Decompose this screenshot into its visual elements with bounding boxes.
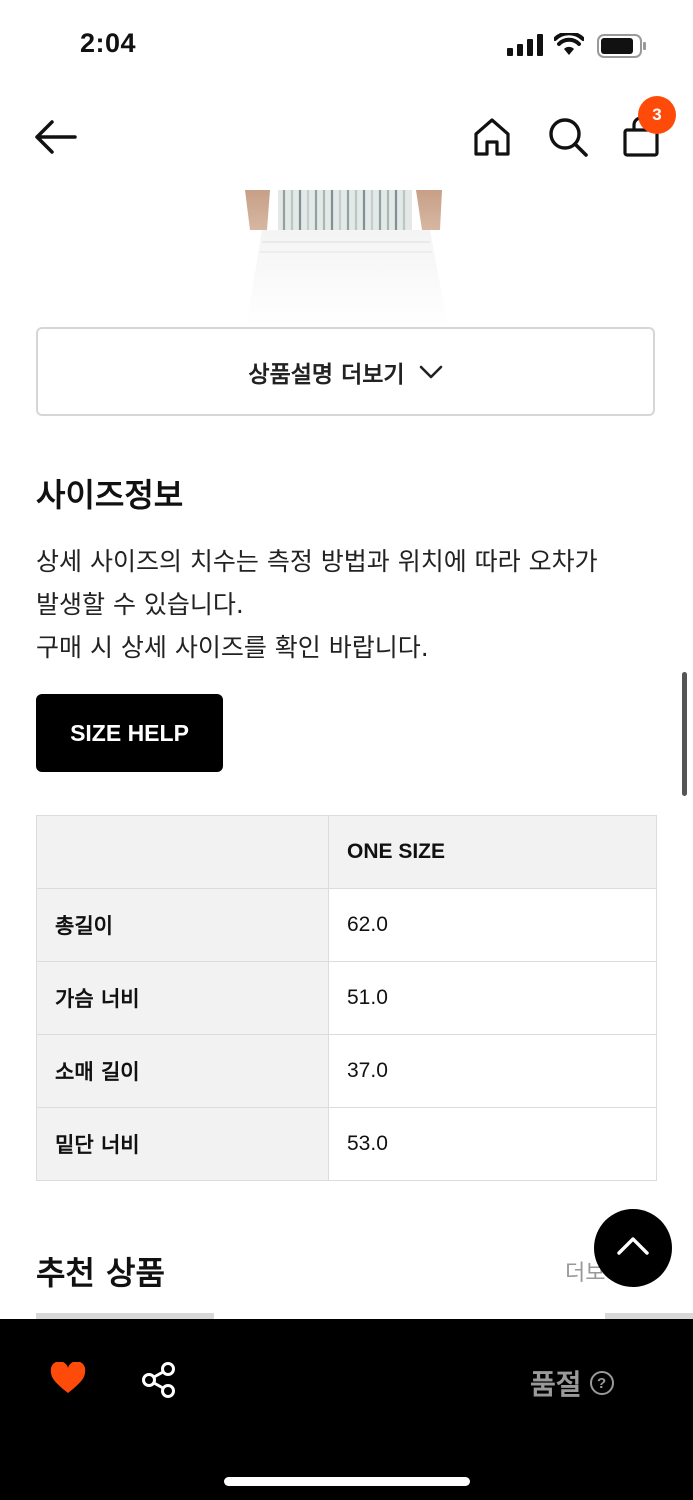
soldout-label: 품절: [530, 1368, 582, 1401]
more-description-label: 상품설명 더보기: [248, 361, 405, 388]
size-table-row-label: 밑단 너비: [36, 1107, 329, 1181]
share-icon[interactable]: [141, 1361, 177, 1403]
table-row: 총길이 62.0: [36, 888, 657, 962]
size-table-column-header: ONE SIZE: [328, 815, 657, 889]
size-info-title: 사이즈정보: [36, 476, 184, 514]
size-info-description-line: 구매 시 상세 사이즈를 확인 바랍니다.: [36, 633, 429, 662]
status-time: 2:04: [80, 28, 137, 58]
heart-icon[interactable]: [50, 1361, 86, 1398]
help-circle-icon[interactable]: ?: [589, 1371, 614, 1395]
more-description-button[interactable]: 상품설명 더보기: [36, 327, 655, 416]
size-table-row-label: 총길이: [36, 888, 329, 962]
cart-count-badge: 3: [638, 96, 676, 134]
home-indicator: [224, 1477, 470, 1486]
table-row: 소매 길이 37.0: [36, 1034, 657, 1108]
size-table-row-label: 소매 길이: [36, 1034, 329, 1108]
size-table: ONE SIZE 총길이 62.0 가슴 너비 51.0 소매 길이 37.0 …: [36, 815, 657, 1181]
chevron-down-icon: [419, 359, 443, 385]
table-row: 밑단 너비 53.0: [36, 1107, 657, 1181]
size-table-row-label: 가슴 너비: [36, 961, 329, 1035]
scrollbar[interactable]: [682, 672, 687, 796]
chevron-up-icon: [617, 1237, 649, 1259]
product-image: [240, 190, 450, 328]
cellular-signal-icon: [507, 34, 543, 60]
battery-icon: [597, 34, 647, 62]
size-table-row-value: 62.0: [328, 888, 657, 962]
size-table-row-value: 37.0: [328, 1034, 657, 1108]
back-arrow-icon[interactable]: [34, 118, 78, 160]
size-table-row-value: 51.0: [328, 961, 657, 1035]
size-info-description: 상세 사이즈의 치수는 측정 방법과 위치에 따라 오차가 발생할 수 있습니다…: [36, 540, 666, 669]
scroll-to-top-button[interactable]: [594, 1209, 672, 1287]
size-table-header-row: ONE SIZE: [36, 815, 657, 889]
soldout-status: 품절 ?: [530, 1363, 614, 1403]
size-table-row-value: 53.0: [328, 1107, 657, 1181]
bottom-action-bar: [0, 1319, 693, 1500]
size-info-description-line: 발생할 수 있습니다.: [36, 590, 244, 619]
search-icon[interactable]: [547, 116, 589, 162]
recommended-title: 추천 상품: [36, 1254, 165, 1292]
wifi-icon: [553, 31, 585, 61]
size-info-description-line: 상세 사이즈의 치수는 측정 방법과 위치에 따라 오차가: [36, 547, 598, 576]
home-icon[interactable]: [473, 117, 511, 161]
size-help-button[interactable]: SIZE HELP: [36, 694, 223, 772]
size-table-corner-cell: [36, 815, 329, 889]
table-row: 가슴 너비 51.0: [36, 961, 657, 1035]
